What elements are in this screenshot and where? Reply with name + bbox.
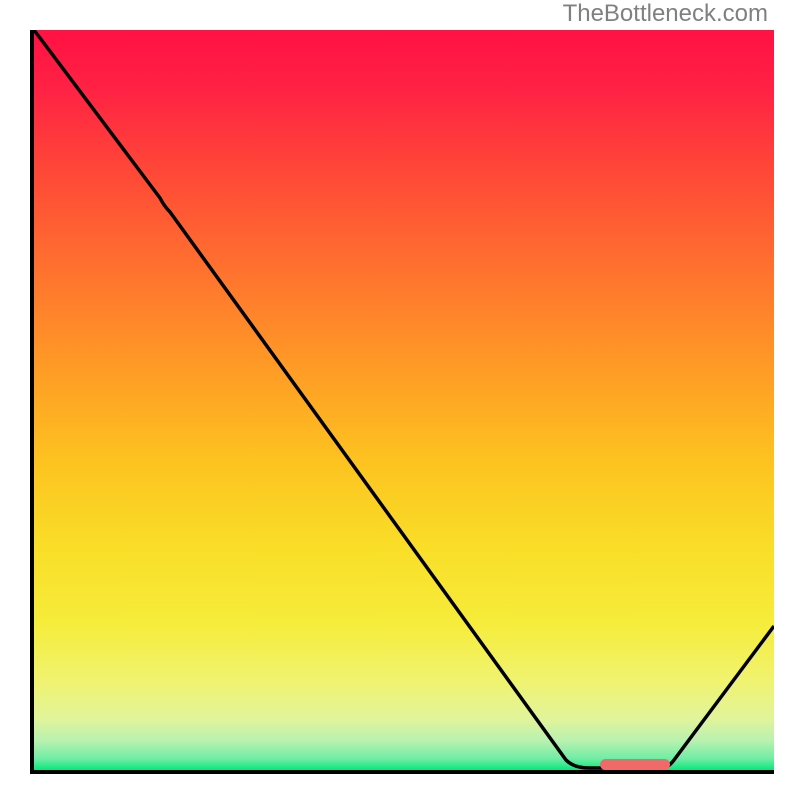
attribution-text: TheBottleneck.com xyxy=(563,0,768,28)
plot-area xyxy=(30,30,774,774)
chart-container: TheBottleneck.com xyxy=(0,0,800,800)
optimal-range-marker xyxy=(34,30,774,770)
